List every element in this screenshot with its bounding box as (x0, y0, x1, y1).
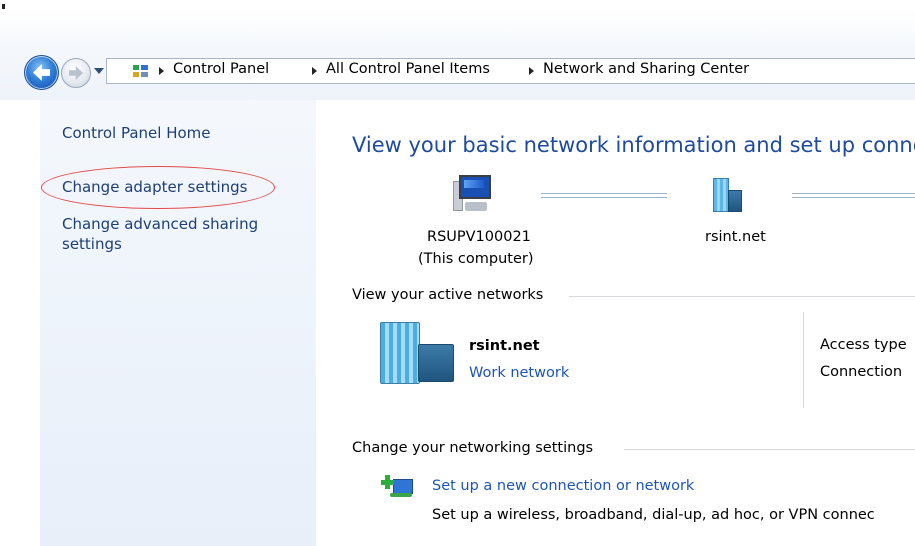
network-map-name: rsint.net (705, 229, 766, 245)
network-map-connector (541, 193, 667, 198)
access-type-label: Access type (820, 337, 907, 353)
change-advanced-sharing-link-line1[interactable]: Change advanced sharing (62, 215, 258, 233)
recent-pages-dropdown-icon[interactable] (94, 68, 104, 74)
control-panel-home-link[interactable]: Control Panel Home (62, 124, 211, 142)
setup-connection-description: Set up a wireless, broadband, dial-up, a… (432, 507, 875, 523)
breadcrumb-network-and-sharing-center[interactable]: Network and Sharing Center (543, 61, 749, 77)
network-type-link[interactable]: Work network (469, 365, 569, 381)
section-divider (624, 449, 915, 450)
computer-note: (This computer) (418, 251, 534, 267)
plus-shape-horizontal (381, 480, 394, 485)
change-advanced-sharing-link-line2[interactable]: settings (62, 235, 122, 253)
building-tower-shape (713, 178, 729, 212)
network-building-icon[interactable] (711, 178, 743, 212)
breadcrumb-arrow-icon[interactable] (159, 67, 164, 75)
building-tower-shape (380, 322, 420, 384)
computer-icon[interactable] (453, 175, 497, 215)
window-corner-mark (2, 4, 5, 9)
breadcrumb-all-control-panel-items[interactable]: All Control Panel Items (326, 61, 490, 77)
page-title: View your basic network information and … (352, 133, 915, 157)
breadcrumb-arrow-icon[interactable] (529, 67, 534, 75)
connections-label: Connection (820, 364, 903, 380)
network-map-connector-internet (792, 193, 915, 198)
active-network-name: rsint.net (469, 338, 540, 354)
computer-name: RSUPV100021 (427, 229, 531, 245)
vertical-divider (803, 312, 804, 408)
active-networks-heading: View your active networks (352, 287, 544, 303)
back-arrow-icon[interactable] (24, 55, 59, 90)
computer-keyboard-shape (465, 202, 487, 211)
computer-screen-shape (459, 175, 491, 199)
setup-connection-link[interactable]: Set up a new connection or network (432, 478, 694, 494)
building-block-shape (418, 344, 454, 382)
breadcrumb-control-panel[interactable]: Control Panel (173, 61, 269, 77)
change-adapter-settings-link[interactable]: Change adapter settings (62, 178, 248, 196)
building-block-shape (728, 190, 742, 212)
breadcrumb-arrow-icon[interactable] (312, 67, 317, 75)
change-settings-heading: Change your networking settings (352, 440, 594, 456)
control-panel-icon (132, 63, 150, 79)
address-bar-area (0, 10, 915, 100)
active-network-icon (380, 322, 458, 384)
new-connection-icon (381, 475, 417, 499)
forward-arrow-icon[interactable] (61, 58, 91, 88)
section-divider (569, 296, 915, 297)
cable-shape (390, 493, 412, 497)
monitor-shape (393, 479, 413, 494)
